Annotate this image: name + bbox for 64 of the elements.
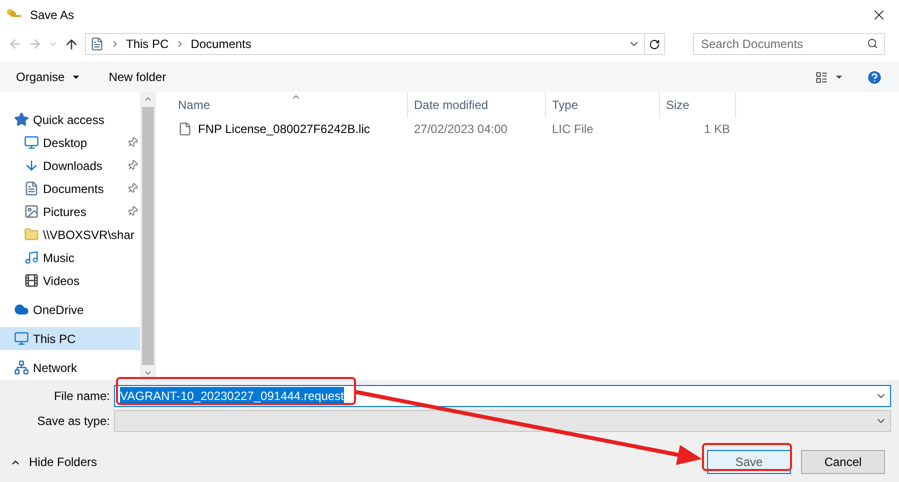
cancel-button[interactable]: Cancel xyxy=(801,450,885,474)
column-header[interactable]: Name xyxy=(158,92,408,118)
file-icon xyxy=(178,122,192,136)
search-icon xyxy=(867,38,878,49)
sidebar-item[interactable]: This PC xyxy=(0,327,140,350)
sidebar-label: Desktop xyxy=(43,134,88,152)
view-options-button[interactable] xyxy=(815,70,844,84)
scrollbar[interactable] xyxy=(140,92,156,380)
refresh-button[interactable] xyxy=(645,33,665,55)
sidebar-item[interactable]: Quick access xyxy=(0,108,140,131)
save-as-type-label: Save as type: xyxy=(36,413,111,430)
sidebar-item[interactable]: Desktop xyxy=(0,131,140,154)
sidebar-label: Music xyxy=(43,250,76,266)
picture-icon xyxy=(24,204,39,219)
star-icon xyxy=(14,112,29,127)
monitor-icon xyxy=(24,135,39,150)
document-icon xyxy=(24,181,39,196)
column-header[interactable]: Size xyxy=(660,92,736,118)
hide-folders-button[interactable]: Hide Folders xyxy=(8,453,98,471)
down-arrow-icon xyxy=(24,158,39,173)
type-cell-text: LIC File xyxy=(551,121,594,138)
sidebar-item[interactable]: Documents xyxy=(0,177,140,200)
sidebar-label: Videos xyxy=(43,272,80,290)
sidebar-label: OneDrive xyxy=(33,302,85,318)
network-icon xyxy=(14,360,29,375)
sidebar-item[interactable]: Pictures xyxy=(0,200,140,223)
save-button[interactable]: Save xyxy=(707,450,791,474)
cloud-icon xyxy=(14,302,29,317)
document-icon xyxy=(90,37,104,51)
refresh-icon xyxy=(649,38,660,50)
sidebar-item[interactable]: Downloads xyxy=(0,154,140,177)
sidebar-item[interactable]: OneDrive xyxy=(0,298,140,321)
file-name-cell[interactable]: FNP License_080027F6242B.lic xyxy=(198,120,370,138)
file-name-label: File name: xyxy=(52,388,111,405)
view-list-icon xyxy=(815,70,828,84)
music-icon xyxy=(24,250,39,265)
sidebar-label: Pictures xyxy=(43,204,88,220)
column-header[interactable]: Type xyxy=(546,92,660,118)
window-title: Save As xyxy=(30,7,74,24)
sidebar-label: Downloads xyxy=(43,158,104,174)
column-header[interactable]: Date modified xyxy=(408,92,546,118)
film-icon xyxy=(24,273,39,288)
help-icon[interactable] xyxy=(866,68,883,86)
breadcrumb-item[interactable]: Documents xyxy=(190,35,252,53)
sidebar-label: Network xyxy=(33,360,78,376)
monitor-icon xyxy=(14,331,29,346)
size-cell-text: 1 KB xyxy=(702,121,731,138)
sidebar-label: Quick access xyxy=(33,112,106,128)
sidebar-label: \\VBOXSVR\shar xyxy=(43,226,136,244)
sidebar-item[interactable]: Network xyxy=(0,356,140,379)
address-bar[interactable]: This PC Documents xyxy=(85,33,645,55)
date-cell-text: 27/02/2023 04:00 xyxy=(413,121,508,138)
new-folder-button[interactable]: New folder xyxy=(108,68,166,86)
sidebar-label: Documents xyxy=(43,180,105,198)
search-field[interactable]: Search Documents xyxy=(693,33,885,55)
sidebar-item[interactable]: Videos xyxy=(0,269,140,292)
sidebar-label: This PC xyxy=(33,330,77,348)
organise-button[interactable]: Organise xyxy=(16,68,81,86)
sidebar-item[interactable]: \\VBOXSVR\shar xyxy=(0,223,140,246)
sidebar-item[interactable]: Music xyxy=(0,246,140,269)
file-name-field[interactable]: VAGRANT-10_20230227_091444.request xyxy=(114,385,891,407)
folder-icon xyxy=(24,227,39,242)
breadcrumb-item[interactable]: This PC xyxy=(126,35,169,53)
up-button[interactable] xyxy=(64,36,79,52)
